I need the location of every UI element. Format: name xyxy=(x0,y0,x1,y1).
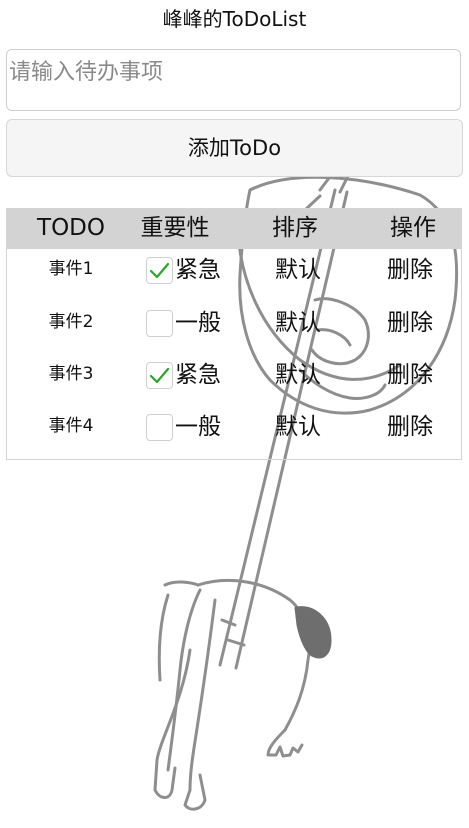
delete-button[interactable]: 删除 xyxy=(387,354,433,406)
importance-checkbox[interactable] xyxy=(146,257,173,284)
table-row: 事件1 紧急 默认 删除 xyxy=(7,249,461,301)
check-icon xyxy=(149,367,170,384)
sort-label: 默认 xyxy=(275,257,321,283)
importance-checkbox[interactable] xyxy=(146,414,173,441)
importance-label: 紧急 xyxy=(175,257,221,283)
sort-label: 默认 xyxy=(275,414,321,440)
column-header-action: 操作 xyxy=(390,215,436,241)
todo-app: 峰峰的ToDoList 添加ToDo TODO 重要性 排序 操作 事件1 紧急… xyxy=(0,0,469,828)
page-title: 峰峰的ToDoList xyxy=(162,7,307,31)
todo-name: 事件2 xyxy=(48,312,94,332)
todo-name: 事件1 xyxy=(48,259,94,279)
column-header-importance: 重要性 xyxy=(140,215,210,241)
table-header: TODO 重要性 排序 操作 xyxy=(7,208,461,249)
importance-checkbox[interactable] xyxy=(146,362,173,389)
sort-label: 默认 xyxy=(275,362,321,388)
column-header-sort: 排序 xyxy=(272,215,318,241)
table-row: 事件3 紧急 默认 删除 xyxy=(7,354,461,406)
importance-label: 紧急 xyxy=(175,362,221,388)
column-header-todo: TODO xyxy=(37,215,105,241)
check-icon xyxy=(149,262,170,279)
todo-name: 事件4 xyxy=(48,416,94,436)
todo-name: 事件3 xyxy=(48,364,94,384)
todo-input[interactable] xyxy=(6,49,461,111)
importance-checkbox[interactable] xyxy=(146,310,173,337)
importance-label: 一般 xyxy=(175,414,221,440)
delete-button[interactable]: 删除 xyxy=(387,302,433,354)
delete-button[interactable]: 删除 xyxy=(387,406,433,458)
table-row: 事件4 一般 默认 删除 xyxy=(7,406,461,458)
importance-label: 一般 xyxy=(175,310,221,336)
add-todo-button[interactable]: 添加ToDo xyxy=(6,119,463,177)
table-row: 事件2 一般 默认 删除 xyxy=(7,302,461,354)
todo-table: TODO 重要性 排序 操作 事件1 紧急 默认 删除 事件2 一般 默认 删除 xyxy=(6,208,462,460)
delete-button[interactable]: 删除 xyxy=(387,249,433,301)
sort-label: 默认 xyxy=(275,310,321,336)
